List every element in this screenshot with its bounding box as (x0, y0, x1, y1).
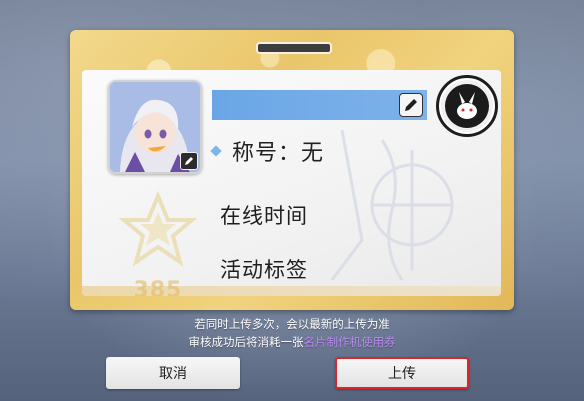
diamond-icon (210, 145, 222, 157)
rabbit-emblem-icon (457, 92, 477, 119)
card-content: 称号：无 385 在线时间 活动标签 (82, 70, 501, 296)
name-edit-button[interactable] (399, 93, 423, 117)
cancel-button[interactable]: 取消 (106, 357, 240, 389)
voucher-link[interactable]: 名片制作机使用券 (304, 335, 396, 349)
upload-notice: 若同时上传多次，会以最新的上传为准 审核成功后将消耗一张名片制作机使用券 (0, 315, 584, 351)
avatar-edit-button[interactable] (180, 152, 198, 170)
pencil-icon (405, 99, 417, 111)
notice-line-2: 审核成功后将消耗一张名片制作机使用券 (0, 333, 584, 351)
star-icon (118, 190, 198, 267)
activity-tags-label[interactable]: 活动标签 (220, 254, 308, 284)
online-time-label[interactable]: 在线时间 (220, 200, 308, 230)
pencil-icon (185, 157, 193, 165)
notice-line-2-prefix: 审核成功后将消耗一张 (188, 335, 304, 349)
upload-button[interactable]: 上传 (335, 357, 469, 389)
card-slot (256, 42, 332, 54)
avatar[interactable] (108, 80, 202, 174)
emblem[interactable] (436, 75, 498, 137)
level-badge: 385 (118, 190, 198, 296)
watermark-emblem-icon (330, 129, 454, 281)
title-row: 称号：无 (210, 136, 325, 166)
name-field[interactable] (212, 90, 427, 120)
level-number: 385 (133, 278, 183, 296)
emblem-inner (445, 84, 489, 128)
title-label: 称号：无 (232, 141, 325, 166)
profile-card: 称号：无 385 在线时间 活动标签 (70, 30, 514, 310)
notice-line-1: 若同时上传多次，会以最新的上传为准 (194, 317, 390, 331)
